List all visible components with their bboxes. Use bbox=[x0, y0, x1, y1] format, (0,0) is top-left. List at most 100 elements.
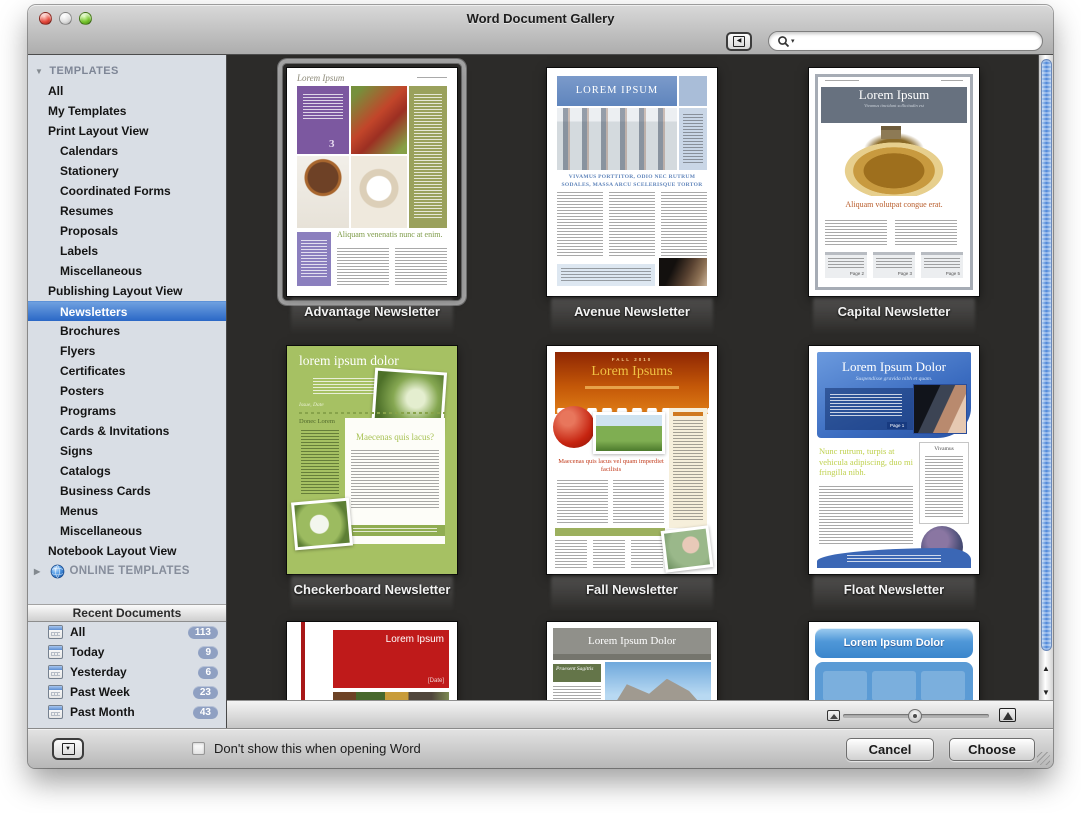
preview-masthead-band: Lorem Ipsum Vivamus tincidunt sollicitud… bbox=[821, 87, 967, 123]
sidebar-item-miscellaneous-print[interactable]: Miscellaneous bbox=[28, 261, 226, 281]
recent-item-yesterday[interactable]: Yesterday 6 bbox=[28, 662, 226, 682]
preview-text-lines bbox=[303, 94, 343, 120]
template-card-partial-2[interactable]: Lorem Ipsum Dolor Praesent Sagittis bbox=[547, 622, 717, 700]
recent-item-all[interactable]: All 113 bbox=[28, 622, 226, 642]
template-name: Advantage Newsletter bbox=[267, 304, 477, 319]
template-card-avenue-newsletter[interactable]: LOREM IPSUM VIVAMUS PORTTITOR, ODIO NEC … bbox=[547, 68, 717, 344]
preview-photo bbox=[333, 692, 449, 700]
sidebar-item-calendars[interactable]: Calendars bbox=[28, 141, 226, 161]
choose-button[interactable]: Choose bbox=[949, 738, 1035, 761]
calendar-icon bbox=[48, 625, 63, 639]
scroll-down-arrow[interactable]: ▼ bbox=[1042, 689, 1050, 697]
preview-headline: Aliquam volutpat congue erat. bbox=[829, 200, 959, 209]
search-input[interactable] bbox=[802, 33, 1034, 49]
preview-masthead: Lorem Ipsums bbox=[555, 364, 709, 380]
recent-item-today[interactable]: Today 9 bbox=[28, 642, 226, 662]
close-window-button[interactable] bbox=[39, 12, 52, 25]
preview-column-heading: Donec Lorem bbox=[299, 418, 335, 425]
templates-section-header[interactable]: ▼ TEMPLATES bbox=[28, 61, 226, 81]
sidebar-item-notebook-layout-view[interactable]: Notebook Layout View bbox=[28, 541, 226, 561]
preview-color-block bbox=[679, 76, 707, 106]
disclosure-down-icon[interactable]: ▼ bbox=[35, 67, 43, 76]
preview-photo-detail bbox=[613, 679, 702, 700]
recent-label: Yesterday bbox=[70, 665, 127, 679]
sidebar-item-business-cards[interactable]: Business Cards bbox=[28, 481, 226, 501]
calendar-icon bbox=[48, 705, 63, 719]
slider-knob[interactable] bbox=[908, 709, 922, 723]
title-bar[interactable]: Word Document Gallery bbox=[28, 5, 1053, 32]
recent-item-past-month[interactable]: Past Month 43 bbox=[28, 702, 226, 722]
cancel-button[interactable]: Cancel bbox=[846, 738, 934, 761]
preview-masthead-band: Lorem Ipsum [Date] bbox=[333, 630, 449, 688]
preview-photo bbox=[593, 412, 665, 454]
sidebar-item-newsletters-selected[interactable]: Newsletters bbox=[28, 301, 226, 321]
item-label: Certificates bbox=[60, 364, 125, 378]
preview-text-lines bbox=[613, 480, 664, 524]
large-thumbnails-icon[interactable] bbox=[999, 708, 1016, 722]
scrollbar-thumb[interactable] bbox=[1041, 59, 1052, 651]
sidebar-item-programs[interactable]: Programs bbox=[28, 401, 226, 421]
count-badge: 23 bbox=[193, 686, 218, 699]
template-preview: Lorem Ipsum Dolor bbox=[809, 622, 979, 700]
sidebar-item-coordinated-forms[interactable]: Coordinated Forms bbox=[28, 181, 226, 201]
template-gallery: Lorem Ipsum 3 Aliquam venenatis nunc at … bbox=[227, 55, 1053, 700]
sidebar-item-my-templates[interactable]: My Templates bbox=[28, 101, 226, 121]
disclosure-right-icon[interactable]: ▶ bbox=[34, 567, 40, 576]
template-preview: Lorem Ipsum Dolor Praesent Sagittis bbox=[547, 622, 717, 700]
sidebar-item-publishing-layout-view[interactable]: Publishing Layout View bbox=[28, 281, 226, 301]
sidebar-item-all[interactable]: All bbox=[28, 81, 226, 101]
preview-masthead: Lorem Ipsum bbox=[821, 87, 967, 103]
preview-text-lines bbox=[825, 220, 887, 246]
minimize-window-button[interactable] bbox=[59, 12, 72, 25]
search-scope-chevron-icon[interactable]: ▾ bbox=[791, 37, 795, 45]
sidebar-item-signs[interactable]: Signs bbox=[28, 441, 226, 461]
preview-divider bbox=[299, 412, 445, 414]
preview-headline: Maecenas quis lacus vel quam imperdiet f… bbox=[557, 458, 665, 474]
sidebar-item-posters[interactable]: Posters bbox=[28, 381, 226, 401]
sidebar-item-stationery[interactable]: Stationery bbox=[28, 161, 226, 181]
template-card-advantage-newsletter[interactable]: Lorem Ipsum 3 Aliquam venenatis nunc at … bbox=[287, 68, 457, 344]
preview-text-lines bbox=[847, 555, 941, 563]
resize-grip[interactable] bbox=[1037, 752, 1050, 765]
search-field[interactable]: ▾ bbox=[768, 31, 1043, 51]
preview-photo bbox=[659, 258, 707, 286]
preview-date-placeholder: [Date] bbox=[428, 678, 444, 684]
globe-icon bbox=[50, 564, 65, 579]
dont-show-checkbox[interactable] bbox=[192, 742, 205, 755]
template-card-float-newsletter[interactable]: Lorem Ipsum Dolor Suspendisse gravida ni… bbox=[809, 346, 979, 622]
recent-item-past-week[interactable]: Past Week 23 bbox=[28, 682, 226, 702]
template-card-fall-newsletter[interactable]: FALL 2010 Lorem Ipsums Maecenas quis lac… bbox=[547, 346, 717, 622]
sidebar-item-flyers[interactable]: Flyers bbox=[28, 341, 226, 361]
sidebar-item-catalogs[interactable]: Catalogs bbox=[28, 461, 226, 481]
small-thumbnails-icon[interactable] bbox=[827, 710, 840, 721]
sidebar-item-print-layout-view[interactable]: Print Layout View bbox=[28, 121, 226, 141]
sidebar-item-labels[interactable]: Labels bbox=[28, 241, 226, 261]
preview-footer-band bbox=[345, 525, 445, 536]
preview-photo bbox=[605, 662, 711, 700]
thumbnail-size-bar bbox=[227, 700, 1053, 728]
template-card-partial-3[interactable]: Lorem Ipsum Dolor bbox=[809, 622, 979, 700]
zoom-window-button[interactable] bbox=[79, 12, 92, 25]
sidebar-item-miscellaneous-publishing[interactable]: Miscellaneous bbox=[28, 521, 226, 541]
template-card-partial-1[interactable]: Lorem Ipsum [Date] bbox=[287, 622, 457, 700]
sidebar-item-brochures[interactable]: Brochures bbox=[28, 321, 226, 341]
collapse-down-icon: ▼ bbox=[62, 743, 75, 755]
collapse-panel-button[interactable]: ▼ bbox=[52, 738, 84, 760]
preview-content-panel: Maecenas quis lacus? bbox=[345, 418, 445, 544]
sidebar-item-certificates[interactable]: Certificates bbox=[28, 361, 226, 381]
sidebar-item-proposals[interactable]: Proposals bbox=[28, 221, 226, 241]
sidebar-item-menus[interactable]: Menus bbox=[28, 501, 226, 521]
sidebar-toggle-button[interactable]: ◀ bbox=[726, 32, 752, 51]
template-card-capital-newsletter[interactable]: Lorem Ipsum Vivamus tincidunt sollicitud… bbox=[809, 68, 979, 344]
thumbnail-size-slider[interactable] bbox=[843, 714, 989, 718]
vertical-scrollbar[interactable]: ▲ ▼ bbox=[1038, 55, 1053, 700]
preview-text-lines bbox=[417, 77, 447, 80]
calendar-icon bbox=[48, 685, 63, 699]
sidebar-item-cards-invitations[interactable]: Cards & Invitations bbox=[28, 421, 226, 441]
sidebar-item-resumes[interactable]: Resumes bbox=[28, 201, 226, 221]
preview-photo bbox=[913, 384, 967, 434]
template-card-checkerboard-newsletter[interactable]: lorem ipsum dolor Issue, Date Donec Lore… bbox=[287, 346, 457, 622]
scroll-up-arrow[interactable]: ▲ bbox=[1042, 665, 1050, 673]
sidebar: ▼ TEMPLATES All My Templates Print Layou… bbox=[28, 55, 227, 728]
sidebar-item-online-templates[interactable]: ▶ ONLINE TEMPLATES bbox=[28, 561, 226, 581]
